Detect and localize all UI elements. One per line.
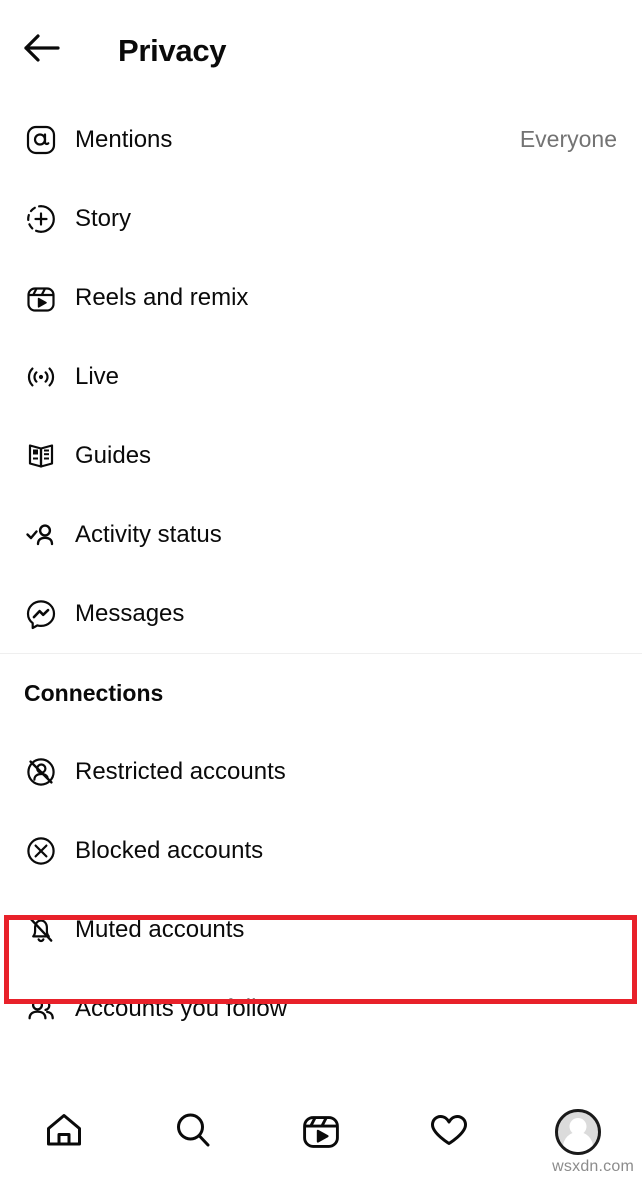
reels-clapper-icon	[24, 281, 58, 315]
guides-book-icon	[24, 439, 58, 473]
profile-avatar-icon	[554, 1109, 601, 1155]
setting-label: Activity status	[75, 520, 222, 548]
setting-row-mentions[interactable]: Mentions Everyone	[0, 100, 642, 179]
muted-bell-icon	[24, 913, 58, 947]
activity-status-icon	[24, 518, 58, 552]
setting-row-blocked-accounts[interactable]: Blocked accounts	[0, 811, 642, 890]
setting-label: Guides	[75, 441, 152, 469]
story-plus-icon	[24, 202, 58, 236]
accounts-you-follow-icon	[24, 992, 58, 1026]
blocked-account-icon	[24, 834, 58, 868]
setting-label: Mentions	[75, 125, 173, 153]
setting-row-live[interactable]: Live	[0, 337, 642, 416]
back-button[interactable]	[22, 28, 66, 72]
nav-item-home[interactable]	[28, 1096, 100, 1168]
nav-item-activity[interactable]	[413, 1096, 485, 1168]
setting-row-story[interactable]: Story	[0, 179, 642, 258]
setting-row-restricted-accounts[interactable]: Restricted accounts	[0, 732, 642, 811]
setting-label: Story	[75, 204, 132, 232]
setting-row-activity-status[interactable]: Activity status	[0, 495, 642, 574]
nav-item-reels[interactable]	[285, 1096, 357, 1168]
search-icon	[171, 1108, 215, 1157]
setting-label: Accounts you follow	[75, 994, 288, 1022]
messenger-icon	[24, 597, 58, 631]
setting-row-guides[interactable]: Guides	[0, 416, 642, 495]
privacy-settings-list: Mentions Everyone Story Reels and remix	[0, 100, 642, 653]
heart-icon	[427, 1108, 471, 1157]
arrow-left-icon	[22, 28, 62, 73]
setting-row-reels-and-remix[interactable]: Reels and remix	[0, 258, 642, 337]
setting-label: Live	[75, 362, 120, 390]
setting-value: Everyone	[519, 126, 617, 152]
setting-label: Muted accounts	[75, 915, 245, 943]
page-header: Privacy	[0, 0, 642, 100]
connections-list: Restricted accounts Blocked accounts Mut…	[0, 732, 642, 1048]
watermark: wsxdn.com	[552, 1158, 634, 1175]
live-broadcast-icon	[24, 360, 58, 394]
restricted-account-icon	[24, 755, 58, 789]
setting-label: Reels and remix	[75, 283, 249, 311]
setting-row-messages[interactable]: Messages	[0, 574, 642, 653]
bottom-navigation-bar	[0, 1084, 642, 1180]
setting-row-accounts-you-follow[interactable]: Accounts you follow	[0, 969, 642, 1048]
home-icon	[42, 1108, 86, 1157]
page-title: Privacy	[118, 32, 227, 68]
setting-label: Messages	[75, 599, 185, 627]
setting-label: Blocked accounts	[75, 836, 264, 864]
reels-icon	[300, 1109, 342, 1156]
nav-item-search[interactable]	[157, 1096, 229, 1168]
setting-label: Restricted accounts	[75, 757, 286, 785]
setting-row-muted-accounts[interactable]: Muted accounts	[0, 890, 642, 969]
mention-at-icon	[24, 123, 58, 157]
section-title-connections: Connections	[24, 679, 164, 706]
